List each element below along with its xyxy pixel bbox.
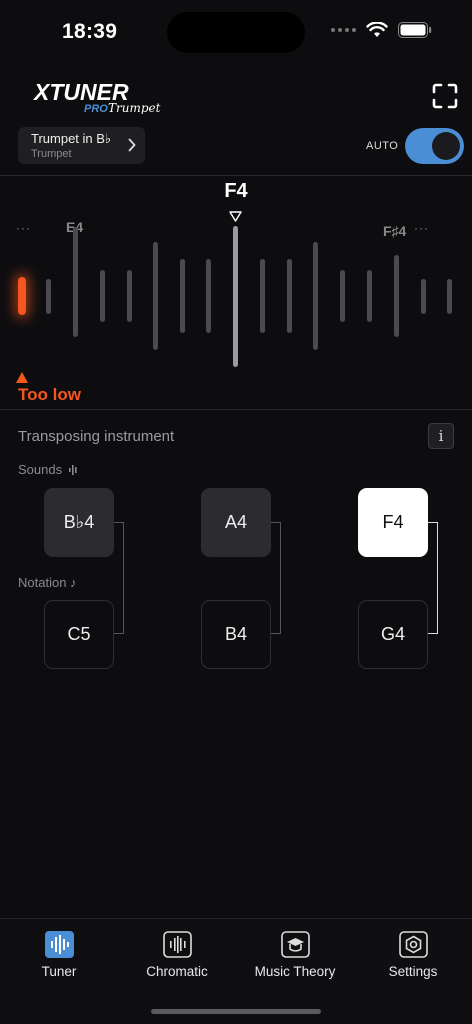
- home-indicator: [151, 1009, 321, 1014]
- tab-label: Music Theory: [254, 964, 336, 979]
- signal-icon: [331, 28, 356, 32]
- xtuner-logo: XTUNER PRO Trumpet: [32, 80, 161, 114]
- tuning-status: Too low: [18, 385, 81, 404]
- sounds-label: Sounds: [18, 462, 79, 477]
- sound-tile-b-flat4[interactable]: B♭4: [44, 488, 114, 557]
- settings-icon: [398, 931, 428, 958]
- fullscreen-icon[interactable]: [432, 83, 458, 109]
- notation-label: Notation ♪: [18, 575, 77, 590]
- svg-text:Trumpet: Trumpet: [108, 101, 161, 114]
- tab-label: Settings: [388, 964, 438, 979]
- chevron-right-icon: [128, 138, 136, 152]
- pointer-triangle-icon: [229, 211, 242, 222]
- warning-triangle-icon: [16, 372, 28, 383]
- dynamic-island: [167, 12, 305, 53]
- pair-connector-active: [428, 522, 438, 634]
- instrument-family: Trumpet: [31, 148, 72, 160]
- transposing-title: Transposing instrument: [18, 428, 175, 445]
- status-time: 18:39: [62, 20, 118, 43]
- notation-tile-b4[interactable]: B4: [201, 600, 271, 669]
- music-theory-icon: [280, 931, 310, 958]
- meter-bar: [340, 270, 345, 322]
- more-right-icon[interactable]: ···: [414, 221, 429, 235]
- instrument-name: Trumpet in B♭: [31, 131, 112, 146]
- meter-bar: [313, 242, 318, 350]
- auto-toggle[interactable]: [405, 128, 464, 164]
- battery-icon: [398, 22, 432, 38]
- meter-bar: [260, 259, 265, 333]
- notation-tile-c5[interactable]: C5: [44, 600, 114, 669]
- meter-bar: [206, 259, 211, 333]
- pair-connector: [114, 522, 124, 634]
- meter-bar: [394, 255, 399, 337]
- sound-tile-f4[interactable]: F4: [358, 488, 428, 557]
- svg-text:PRO: PRO: [84, 103, 108, 114]
- tab-label: Tuner: [41, 964, 77, 979]
- chromatic-icon: [162, 931, 192, 958]
- tab-label: Chromatic: [146, 964, 208, 979]
- tuner-icon: [44, 931, 74, 958]
- divider: [0, 175, 472, 176]
- tab-chromatic[interactable]: Chromatic: [118, 931, 236, 979]
- wifi-icon: [366, 22, 388, 37]
- divider: [0, 409, 472, 410]
- sound-wave-icon: [68, 465, 77, 475]
- meter-bar: [100, 270, 105, 322]
- sound-tile-a4[interactable]: A4: [201, 488, 271, 557]
- meter-bar: [153, 242, 158, 350]
- toggle-knob: [432, 132, 460, 160]
- tab-music-theory[interactable]: Music Theory: [236, 931, 354, 979]
- meter-bar: [180, 259, 185, 333]
- notation-tile-g4[interactable]: G4: [358, 600, 428, 669]
- tab-settings[interactable]: Settings: [354, 931, 472, 979]
- info-button[interactable]: i: [428, 423, 454, 449]
- current-note: F4: [224, 180, 248, 202]
- meter-bar: [421, 279, 426, 314]
- more-left-icon[interactable]: ···: [16, 221, 31, 235]
- auto-label: AUTO: [366, 140, 399, 152]
- meter-center-bar: [233, 226, 238, 367]
- meter-bar: [127, 270, 132, 322]
- status-icons: [331, 22, 432, 38]
- meter-bar: [367, 270, 372, 322]
- meter-bar: [287, 259, 292, 333]
- meter-bar: [46, 279, 51, 314]
- meter-bar: [73, 227, 78, 337]
- pitch-indicator: [18, 277, 26, 315]
- instrument-selector[interactable]: Trumpet in B♭ Trumpet: [18, 127, 145, 164]
- pair-connector: [271, 522, 281, 634]
- tab-tuner[interactable]: Tuner: [0, 931, 118, 979]
- meter-bar: [447, 279, 452, 314]
- note-right: F♯4: [383, 223, 407, 239]
